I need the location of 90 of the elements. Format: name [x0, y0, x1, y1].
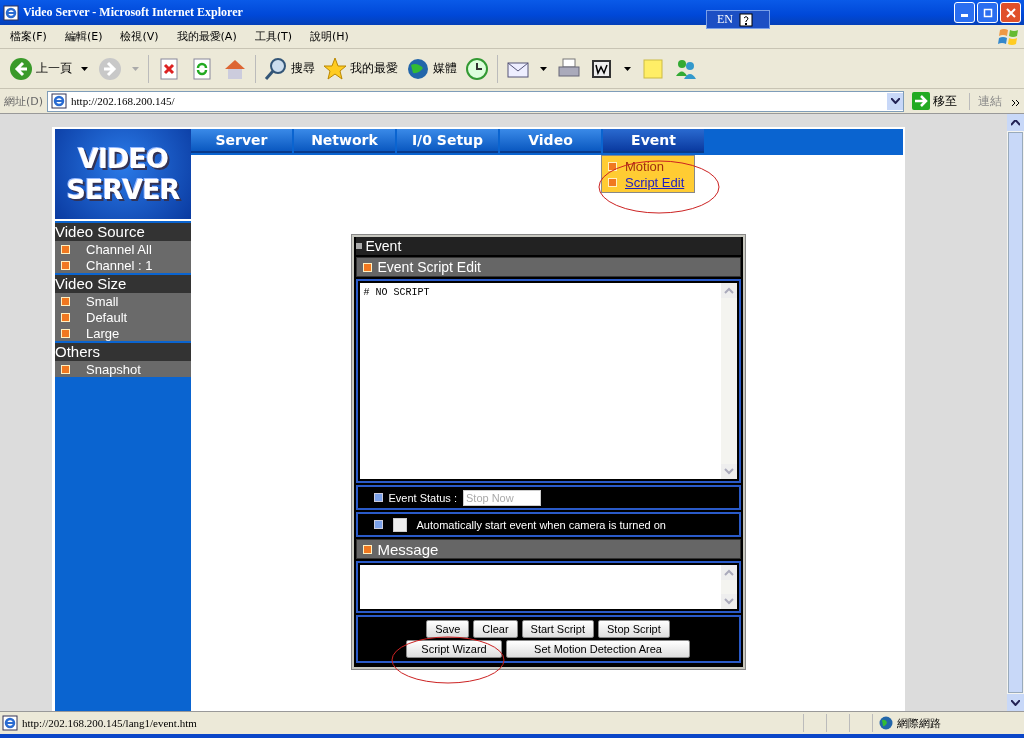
language-indicator: EN [717, 12, 733, 27]
nav-tab[interactable]: I/0 Setup [397, 129, 498, 153]
bullet-icon [608, 161, 617, 171]
page-icon [2, 715, 18, 731]
minimize-icon [961, 14, 968, 17]
scroll-down-button[interactable] [1007, 694, 1024, 711]
go-button[interactable]: 移至 [908, 92, 965, 110]
nav-tab[interactable]: Network [294, 129, 395, 153]
panel-title: Event [365, 238, 402, 254]
nav-tab[interactable]: Video [500, 129, 601, 153]
checkbox-label: Automatically start event when camera is turned on [416, 518, 666, 531]
menu-item[interactable]: 工具(T) [248, 29, 298, 44]
sidebar-link[interactable]: Small [86, 293, 119, 309]
logo: VIDEO SERVER [55, 129, 191, 221]
help-icon[interactable] [739, 12, 753, 27]
sidebar-link[interactable]: Snapshot [86, 361, 141, 377]
field-label: Event Status : [388, 491, 457, 504]
action-button[interactable]: Set Motion Detection Area [506, 640, 690, 658]
menu-link[interactable]: Script Edit [625, 174, 685, 190]
bullet-icon [362, 544, 372, 554]
nav-tab[interactable]: Event [603, 129, 704, 153]
arrow-icon [912, 92, 930, 110]
maximize-icon [982, 7, 993, 18]
sidebar-heading: Others [55, 343, 191, 361]
page-icon [51, 93, 68, 109]
action-button[interactable]: Stop Script [598, 620, 670, 638]
back-button[interactable]: 上一頁 [6, 55, 74, 82]
scroll-thumb[interactable] [1008, 132, 1023, 693]
bullet-icon [373, 493, 383, 502]
caret-icon [1011, 699, 1020, 706]
menu-item[interactable]: 編輯(E) [58, 29, 109, 44]
bullet-icon [61, 312, 70, 322]
browser-icon [3, 4, 19, 21]
menu-item[interactable]: 我的最愛(A) [170, 29, 243, 44]
bullet-icon [362, 262, 372, 272]
language-bar[interactable]: EN [706, 10, 770, 29]
bullet-icon [61, 260, 70, 270]
history-icon [464, 55, 490, 82]
favorites-button[interactable]: 我的最愛 [320, 55, 400, 82]
dropdown-arrow-icon[interactable] [81, 66, 88, 71]
menu-link[interactable]: Motion [625, 158, 665, 174]
windows-logo-icon [998, 26, 1020, 47]
menu-item[interactable]: 說明(H) [304, 29, 355, 44]
bullet-icon [608, 177, 617, 187]
minimize-button[interactable] [954, 2, 975, 23]
sidebar-link[interactable]: Large [86, 325, 120, 341]
bullet-icon [61, 364, 70, 374]
address-label: 網址(D) [4, 93, 44, 109]
sidebar-heading: Video Size [55, 275, 191, 293]
section-title: Message [377, 540, 439, 558]
back-icon [8, 55, 34, 82]
dropdown-arrow-icon[interactable] [624, 66, 631, 71]
action-button[interactable]: Clear [473, 620, 518, 638]
nav-tab[interactable]: Server [191, 129, 292, 153]
search-button[interactable]: 搜尋 [261, 55, 317, 82]
script-editor[interactable]: # NO SCRIPT [359, 283, 737, 479]
forward-icon [97, 55, 123, 82]
bullet-icon [61, 244, 70, 254]
menu-item[interactable]: 檢視(V) [114, 29, 165, 44]
scroll-up-button[interactable] [1007, 114, 1024, 131]
checkbox[interactable] [392, 517, 407, 532]
media-button[interactable]: 媒體 [403, 55, 459, 82]
close-icon [1005, 7, 1016, 18]
caret-icon [890, 98, 900, 104]
scrollbar[interactable] [1007, 114, 1024, 711]
sidebar-link[interactable]: Default [86, 309, 128, 325]
window-title: Video Server - Microsoft Internet Explorer [23, 5, 243, 20]
favorites-icon [322, 55, 348, 82]
action-button[interactable]: Save [426, 620, 470, 638]
panel-icon [355, 243, 362, 249]
sidebar-link[interactable]: Channel : 1 [86, 257, 153, 273]
caret-icon [1011, 119, 1020, 126]
globe-icon [879, 716, 893, 730]
status-text: http://202.168.200.145/lang1/event.htm [22, 717, 198, 729]
address-dropdown-button[interactable] [887, 92, 903, 110]
address-field[interactable]: http://202.168.200.145/ [47, 90, 904, 112]
bullet-icon [373, 520, 383, 529]
menu-item[interactable]: 檔案(F) [4, 29, 53, 44]
bullet-icon [61, 296, 70, 306]
action-button[interactable]: Start Script [521, 620, 594, 638]
section-title: Event Script Edit [377, 259, 481, 275]
close-button[interactable] [1000, 2, 1021, 23]
action-button[interactable]: Script Wizard [406, 640, 502, 658]
search-icon [263, 55, 289, 82]
dropdown-arrow-icon[interactable] [540, 66, 547, 71]
sidebar-heading: Video Source [55, 223, 191, 241]
bullet-icon [61, 328, 70, 338]
maximize-button[interactable] [977, 2, 998, 23]
zone-label: 網際網路 [897, 715, 941, 731]
sidebar-link[interactable]: Channel All [86, 241, 152, 257]
